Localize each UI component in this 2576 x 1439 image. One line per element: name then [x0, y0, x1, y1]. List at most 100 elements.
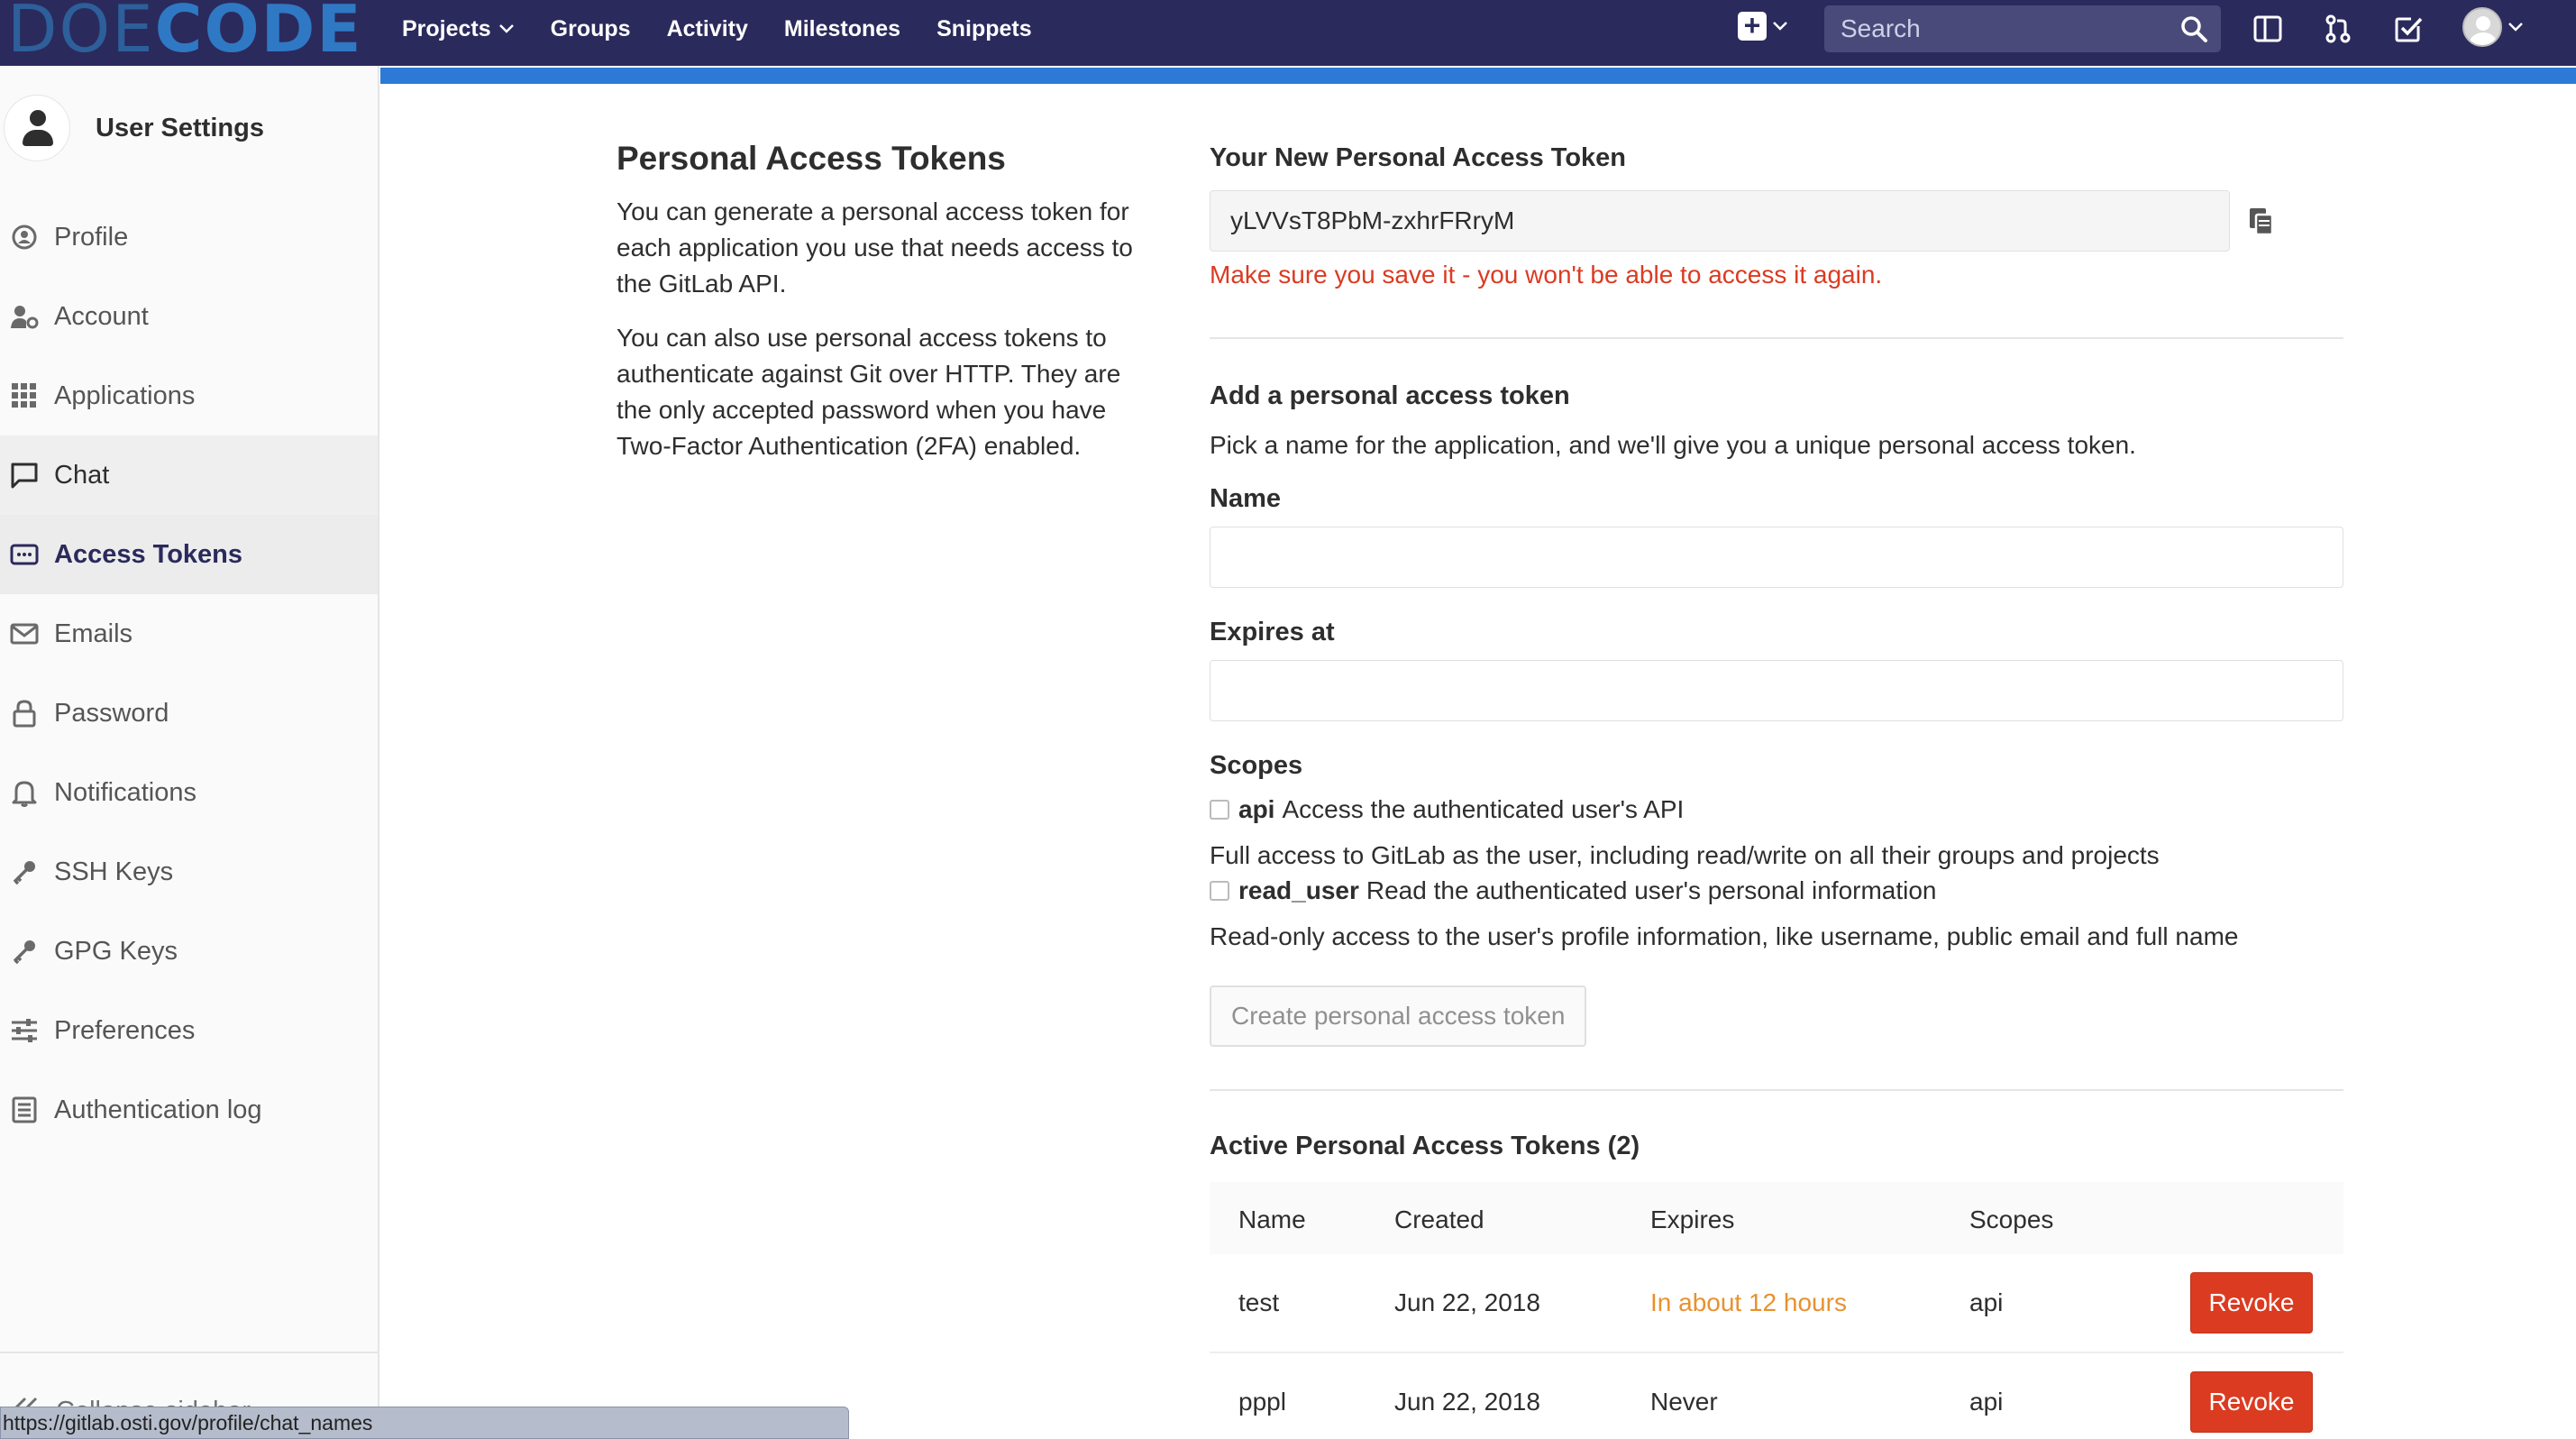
- intro-paragraph-2: You can also use personal access tokens …: [617, 324, 1121, 460]
- intro-paragraph-1: You can generate a personal access token…: [617, 197, 1133, 298]
- nav-snippets[interactable]: Snippets: [936, 16, 1032, 42]
- expires-at-input[interactable]: [1210, 660, 2343, 721]
- page-title: Personal Access Tokens: [617, 140, 1006, 177]
- logo-bold-text: CODE: [154, 0, 363, 67]
- nav-activity[interactable]: Activity: [667, 16, 748, 42]
- sidebar-item-gpg-keys[interactable]: GPG Keys: [0, 912, 378, 991]
- sidebar-item-access-tokens[interactable]: Access Tokens: [0, 515, 378, 594]
- scope-read-user-key: read_user: [1238, 876, 1359, 904]
- sidebar-item-ssh-keys[interactable]: SSH Keys: [0, 832, 378, 912]
- chevron-down-icon: [1772, 17, 1788, 36]
- column-header: Created: [1394, 1205, 1484, 1233]
- scope-api-checkbox[interactable]: [1210, 800, 1229, 820]
- nav-milestones[interactable]: Milestones: [784, 16, 900, 42]
- sidebar-header[interactable]: User Settings: [0, 84, 379, 172]
- sidebar-item-chat[interactable]: Chat: [0, 435, 378, 515]
- merge-request-icon[interactable]: [2320, 11, 2356, 47]
- sidebar-item-label: Profile: [54, 222, 129, 252]
- search-input[interactable]: [1841, 5, 2174, 52]
- token-expires: In about 12 hours: [1650, 1288, 1847, 1316]
- sidebar-item-label: Authentication log: [54, 1095, 262, 1124]
- search-icon[interactable]: [2179, 14, 2208, 43]
- sidebar-item-account[interactable]: Account: [0, 277, 378, 356]
- sidebar-item-notifications[interactable]: Notifications: [0, 753, 378, 832]
- user-icon: [4, 95, 70, 161]
- sidebar-item-label: Notifications: [54, 777, 196, 807]
- expires-at-label: Expires at: [1210, 618, 1335, 646]
- nav-projects-label: Projects: [402, 15, 491, 41]
- tokens-table-header: Name Created Expires Scopes: [1210, 1182, 2343, 1254]
- bell-icon: [9, 777, 40, 808]
- user-avatar-icon: [2462, 7, 2502, 47]
- create-token-button[interactable]: Create personal access token: [1210, 985, 1587, 1047]
- applications-icon: [9, 380, 40, 411]
- scope-read-user-short: Read the authenticated user's personal i…: [1366, 876, 1937, 904]
- logo[interactable]: DOECODE: [7, 0, 363, 62]
- add-token-heading: Add a personal access token: [1210, 381, 1570, 410]
- page-load-progress-bar: [380, 68, 2576, 84]
- plus-square-icon: +: [1738, 11, 1767, 41]
- chevron-down-icon: [2507, 18, 2524, 37]
- sidebar-item-label: Applications: [54, 380, 196, 410]
- scope-api-short: Access the authenticated user's API: [1282, 795, 1685, 823]
- sidebar-item-password[interactable]: Password: [0, 674, 378, 753]
- new-token-field[interactable]: yLVVsT8PbM-zxhrFRryM: [1210, 190, 2230, 252]
- sidebar-item-label: Chat: [54, 460, 110, 490]
- sidebar-item-label: Preferences: [54, 1015, 196, 1045]
- nav-links: Projects Groups Activity Milestones Snip…: [402, 0, 1032, 58]
- sidebar-title: User Settings: [96, 113, 264, 142]
- sidebar-item-preferences[interactable]: Preferences: [0, 991, 378, 1070]
- sidebar-item-authentication-log[interactable]: Authentication log: [0, 1070, 378, 1150]
- search-box[interactable]: [1824, 5, 2221, 52]
- nav-projects[interactable]: Projects: [402, 16, 515, 42]
- chat-icon: [9, 460, 40, 490]
- log-icon: [9, 1095, 40, 1125]
- sidebar-item-profile[interactable]: Profile: [0, 197, 378, 277]
- copy-icon[interactable]: [2246, 205, 2279, 237]
- sidebar-item-applications[interactable]: Applications: [0, 356, 378, 435]
- column-header: Expires: [1650, 1205, 1735, 1233]
- scope-api-description: Full access to GitLab as the user, inclu…: [1210, 841, 2160, 869]
- new-item-dropdown[interactable]: +: [1738, 11, 1788, 41]
- user-menu[interactable]: [2462, 7, 2524, 47]
- add-token-description: Pick a name for the application, and we'…: [1210, 431, 2136, 459]
- sidebar-item-label: SSH Keys: [54, 857, 174, 886]
- key-icon: [9, 936, 40, 967]
- access-tokens-icon: [9, 539, 40, 570]
- lock-icon: [9, 698, 40, 729]
- sidebar-item-label: Account: [54, 301, 149, 331]
- status-bar-url: https://gitlab.osti.gov/profile/chat_nam…: [0, 1407, 849, 1439]
- top-navbar: DOECODE Projects Groups Activity Milesto…: [0, 0, 2576, 66]
- sidebar-toggle-icon[interactable]: [2250, 11, 2286, 47]
- token-created: Jun 22, 2018: [1394, 1388, 1540, 1416]
- token-created: Jun 22, 2018: [1394, 1288, 1540, 1316]
- token-name: pppl: [1238, 1388, 1286, 1416]
- chevron-down-icon: [498, 20, 515, 39]
- account-icon: [9, 301, 40, 332]
- scope-read-user[interactable]: read_user Read the authenticated user's …: [1210, 876, 1937, 905]
- scope-api[interactable]: api Access the authenticated user's API: [1210, 795, 1684, 824]
- scope-read-user-checkbox[interactable]: [1210, 881, 1229, 901]
- profile-icon: [9, 222, 40, 252]
- sidebar-item-emails[interactable]: Emails: [0, 594, 378, 674]
- sliders-icon: [9, 1015, 40, 1046]
- column-header: Scopes: [1969, 1205, 2054, 1233]
- divider: [1210, 337, 2343, 339]
- nav-groups[interactable]: Groups: [551, 16, 631, 42]
- divider: [1210, 1089, 2343, 1091]
- name-input[interactable]: [1210, 527, 2343, 588]
- scope-read-user-description: Read-only access to the user's profile i…: [1210, 922, 2239, 950]
- scope-api-key: api: [1238, 795, 1275, 823]
- revoke-button[interactable]: Revoke: [2190, 1371, 2313, 1433]
- revoke-button[interactable]: Revoke: [2190, 1272, 2313, 1334]
- table-row: test Jun 22, 2018 In about 12 hours api …: [1210, 1254, 2343, 1353]
- column-header: Name: [1238, 1205, 1306, 1233]
- table-row: pppl Jun 22, 2018 Never api Revoke: [1210, 1353, 2343, 1439]
- save-token-warning: Make sure you save it - you won't be abl…: [1210, 261, 1883, 289]
- todo-check-icon[interactable]: [2390, 11, 2426, 47]
- intro-section: Personal Access Tokens You can generate …: [617, 140, 1157, 482]
- key-icon: [9, 857, 40, 887]
- sidebar-item-label: Password: [54, 698, 169, 728]
- new-token-heading: Your New Personal Access Token: [1210, 143, 1627, 172]
- token-scopes: api: [1969, 1388, 2004, 1416]
